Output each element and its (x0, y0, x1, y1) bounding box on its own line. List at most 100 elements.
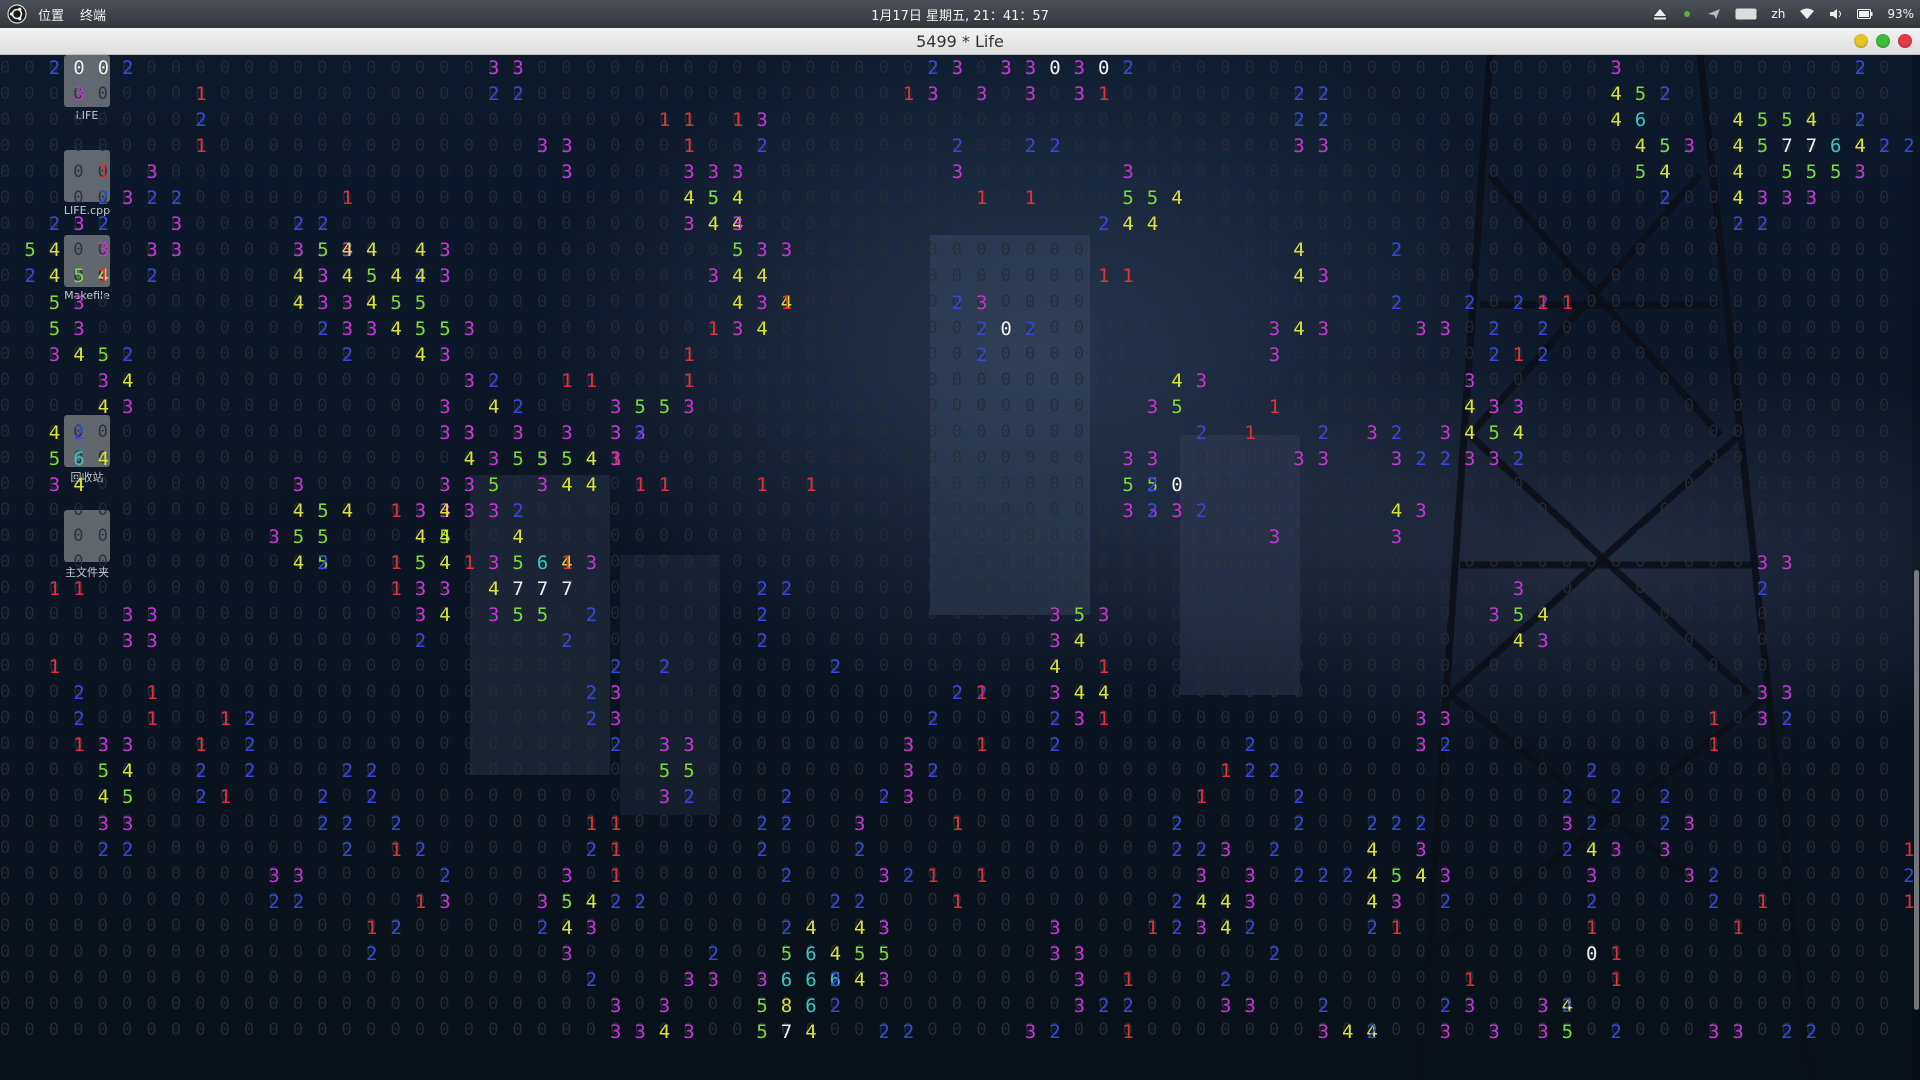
life-cell: 4 (292, 291, 305, 314)
life-cell: 2 (1293, 109, 1305, 132)
life-cell: 3 (1683, 812, 1696, 835)
life-cell: 3 (463, 499, 476, 522)
life-cell: 2 (1659, 812, 1671, 835)
eject-icon[interactable] (1653, 8, 1667, 20)
life-cell: 5 (73, 265, 85, 288)
life-cell: 3 (1439, 317, 1452, 340)
life-cell: 2 (1439, 447, 1452, 470)
menu-places[interactable]: 位置 (38, 5, 64, 24)
life-cell: 0 (1049, 57, 1061, 79)
life-cell: 4 (1171, 369, 1183, 392)
terminal-area[interactable]: LIFE LIFE.cpp Makefile 回收站 主文件夹 00000000… (0, 55, 1920, 1080)
life-cell: 4 (1512, 630, 1525, 653)
life-cell: 3 (1073, 83, 1086, 106)
life-cell: 3 (1317, 135, 1330, 158)
menu-terminal[interactable]: 终端 (80, 5, 106, 24)
life-cell: 2 (1171, 838, 1183, 861)
life-cell: 2 (97, 187, 110, 210)
life-cell: 3 (585, 551, 598, 574)
terminal-scrollbar[interactable] (1912, 55, 1920, 1080)
life-cell: 2 (341, 760, 354, 783)
life-cell: 2 (1293, 864, 1305, 887)
life-cell: 3 (1537, 630, 1549, 653)
life-cell: 5 (292, 525, 305, 548)
life-cell: 5 (1488, 421, 1500, 444)
input-method-indicator[interactable]: zh (1771, 7, 1785, 21)
life-cell: 3 (317, 265, 329, 288)
send-icon[interactable] (1707, 8, 1721, 20)
life-cell: 3 (439, 578, 451, 600)
life-cell: 3 (1024, 57, 1037, 79)
life-cell: 5 (536, 447, 549, 470)
life-cell: 4 (1073, 682, 1086, 705)
life-cell: 4 (732, 291, 744, 314)
life-cell: 1 (1220, 760, 1232, 783)
life-cell: 4 (463, 447, 476, 470)
life-cell: 1 (1268, 395, 1281, 418)
life-cell: 5 (561, 890, 573, 913)
life-cell: 2 (1586, 760, 1598, 783)
life-cell: 7 (1781, 135, 1793, 158)
life-cell: 2 (1366, 812, 1378, 835)
life-cell: 2 (73, 682, 85, 705)
close-button[interactable] (1898, 34, 1912, 48)
life-cell: 3 (1122, 161, 1134, 184)
life-cell: 3 (1781, 682, 1793, 705)
life-cell: 2 (585, 708, 598, 731)
life-cell: 4 (439, 499, 451, 522)
life-cell: 2 (1195, 421, 1208, 444)
life-cell: 4 (1293, 239, 1305, 262)
life-cell: 3 (439, 395, 451, 418)
life-cell: 3 (488, 57, 500, 79)
life-cell: 3 (536, 473, 549, 496)
life-cell: 4 (292, 499, 305, 522)
life-cell: 1 (610, 838, 622, 861)
life-cell: 4 (1073, 630, 1086, 653)
minimize-button[interactable] (1854, 34, 1868, 48)
wifi-icon[interactable] (1799, 8, 1815, 20)
window-title-bar[interactable]: 5499 * Life (0, 28, 1920, 55)
life-cell: 3 (1244, 890, 1256, 913)
life-cell: 2 (1366, 1020, 1378, 1043)
life-cell: 2 (1390, 239, 1403, 262)
life-cell: 4 (122, 760, 134, 783)
life-cell: 3 (585, 916, 598, 939)
maximize-button[interactable] (1876, 34, 1890, 48)
life-cell: 2 (488, 83, 500, 106)
keyboard-icon[interactable] (1735, 8, 1757, 20)
battery-icon[interactable] (1857, 9, 1873, 19)
life-cell: 1 (1244, 421, 1256, 444)
life-cell: 2 (341, 812, 354, 835)
life-cell: 2 (1268, 942, 1281, 965)
life-cell: 2 (390, 916, 402, 939)
life-cell: 0 (97, 57, 110, 79)
life-cell: 5 (756, 1020, 768, 1043)
life-cell: 4 (756, 317, 768, 340)
life-cell: 1 (1708, 708, 1720, 731)
life-cell: 5 (390, 291, 402, 314)
volume-icon[interactable] (1829, 8, 1843, 20)
life-cell: 2 (1781, 708, 1793, 731)
life-cell: 1 (1390, 916, 1403, 939)
life-cell: 2 (414, 838, 427, 861)
life-cell: 3 (658, 994, 671, 1017)
ubuntu-logo-icon[interactable] (6, 3, 28, 25)
life-cell: 4 (1293, 265, 1305, 288)
life-cell: 3 (439, 421, 451, 444)
life-cell: 4 (732, 265, 744, 288)
network-activity-icon[interactable] (1681, 8, 1693, 20)
scrollbar-thumb[interactable] (1914, 570, 1919, 1010)
life-cell: 2 (1146, 499, 1159, 522)
clock[interactable]: 1月17日 星期五, 21：41：57 (871, 5, 1049, 24)
life-cell: 6 (805, 942, 817, 965)
life-cell: 2 (1049, 1020, 1061, 1043)
life-cell: 1 (1732, 916, 1744, 939)
life-cell: 3 (1512, 578, 1525, 600)
life-cell: 1 (561, 369, 573, 392)
life-cell: 3 (756, 968, 768, 991)
life-cell: 1 (610, 812, 622, 835)
life-cell: 1 (976, 864, 988, 887)
life-cell: 3 (610, 682, 622, 705)
life-cell: 2 (780, 786, 793, 809)
life-cell: 4 (488, 578, 500, 600)
